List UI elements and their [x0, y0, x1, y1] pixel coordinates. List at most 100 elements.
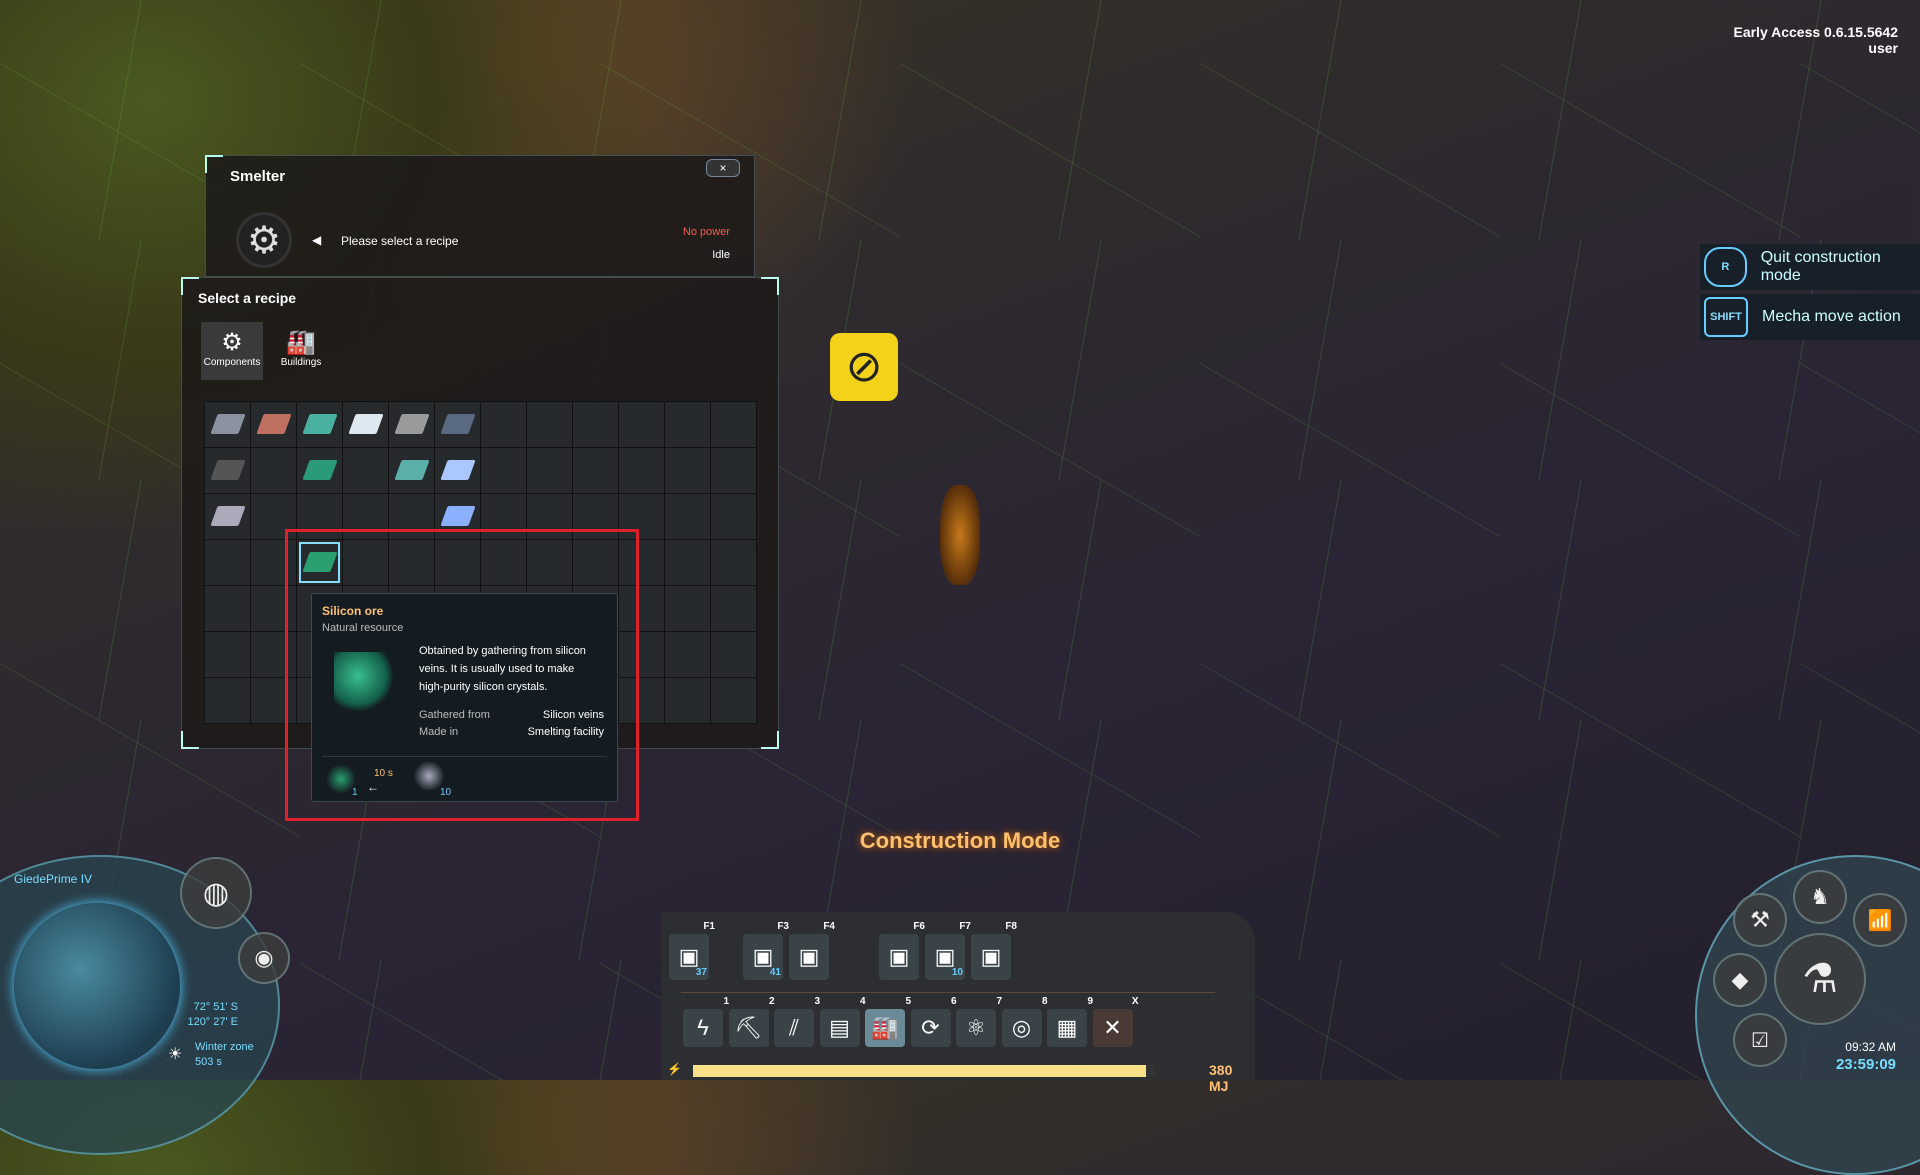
- recipe-slot[interactable]: [389, 402, 434, 447]
- recipe-slot[interactable]: [711, 494, 756, 539]
- key-hints: R Quit construction mode SHIFT Mecha move …: [1700, 240, 1920, 340]
- factory-icon: 🏭: [286, 329, 316, 356]
- tab-buildings[interactable]: 🏭 Buildings: [270, 322, 332, 380]
- hotkey-label: F8: [1005, 921, 1017, 932]
- input-count: 10: [440, 787, 452, 798]
- building-slot-f3[interactable]: ▣ F3 41: [743, 922, 789, 980]
- category-storage[interactable]: ▤ 4: [819, 997, 866, 1047]
- close-button[interactable]: ×: [706, 159, 740, 177]
- recipe-slot[interactable]: [251, 402, 296, 447]
- recipe-slot[interactable]: [343, 448, 388, 493]
- recipe-slot[interactable]: [665, 586, 710, 631]
- recipe-slot[interactable]: [665, 494, 710, 539]
- hotkey-label: 2: [768, 996, 775, 1007]
- longitude: 120° 27' E: [187, 1016, 238, 1028]
- recipe-slot[interactable]: [205, 402, 250, 447]
- recipe-slot[interactable]: [481, 448, 526, 493]
- category-research[interactable]: ⚛ 7: [956, 997, 1002, 1047]
- user-name: user: [1868, 40, 1898, 56]
- hotkey-label: 3: [814, 996, 820, 1007]
- recipe-slot[interactable]: [297, 448, 342, 493]
- recipe-gear-icon[interactable]: ⚙: [236, 212, 292, 268]
- planet-name: GiedePrime IV: [14, 872, 93, 886]
- category-dismantle[interactable]: ✕ X: [1092, 997, 1139, 1047]
- recipe-slot[interactable]: [435, 448, 480, 493]
- hotkey-label: 1: [723, 996, 729, 1007]
- smelter-panel: Smelter × ⚙ ◀ Please select a recipe No …: [205, 155, 755, 277]
- mouse-right-icon: R: [1704, 247, 1747, 287]
- blueprint-button[interactable]: ☑: [1733, 1013, 1787, 1067]
- recipe-slot[interactable]: [665, 678, 710, 723]
- building-slot-f6[interactable]: ▣ F6: [879, 922, 925, 980]
- mecha-button[interactable]: ♞: [1793, 870, 1847, 924]
- recipe-slot[interactable]: [711, 402, 756, 447]
- hint-label: Quit construction mode: [1760, 249, 1881, 284]
- category-mining[interactable]: ⛏ 2: [728, 997, 775, 1047]
- dyson-sphere-button[interactable]: ◍: [180, 857, 252, 929]
- building-slot-f4[interactable]: ▣ F4: [789, 922, 835, 980]
- recipe-slot[interactable]: [389, 448, 434, 493]
- hint-label: Mecha move action: [1762, 308, 1901, 325]
- hotkey-label: F6: [913, 921, 925, 932]
- inventory-button[interactable]: ◆: [1713, 953, 1767, 1007]
- building-icon: ▣: [678, 944, 700, 969]
- category-dyson[interactable]: ◎ 8: [1001, 997, 1048, 1047]
- recipe-slot[interactable]: [251, 448, 296, 493]
- recipe-slot[interactable]: [573, 402, 618, 447]
- category-power[interactable]: ϟ1: [683, 997, 729, 1047]
- category-factory[interactable]: 🏭 5: [865, 997, 911, 1047]
- hotkey-label: X: [1131, 996, 1139, 1007]
- recipe-slot[interactable]: [435, 402, 480, 447]
- recipe-slot[interactable]: [619, 448, 664, 493]
- recipe-slot[interactable]: [711, 678, 756, 723]
- smelter-title: Smelter: [230, 168, 286, 185]
- recipe-slot[interactable]: [665, 632, 710, 677]
- building-icon: ▣: [798, 944, 820, 969]
- category-foundation[interactable]: ▦ 9: [1047, 997, 1093, 1047]
- gathered-from-value: Silicon veins: [542, 709, 604, 721]
- statistics-button[interactable]: 📶: [1853, 893, 1907, 947]
- recipe-slot[interactable]: [665, 448, 710, 493]
- building-icon: ▣: [934, 944, 956, 969]
- previous-recipe-arrow[interactable]: ◀: [312, 233, 321, 247]
- recipe-slot[interactable]: [297, 402, 342, 447]
- stone-brick-icon: [394, 414, 430, 434]
- star-map-button[interactable]: ◉: [238, 932, 290, 984]
- recipe-slot[interactable]: [205, 540, 250, 585]
- recipe-slot[interactable]: [711, 632, 756, 677]
- building-slot-f8[interactable]: ▣ F8: [971, 922, 1017, 980]
- recipe-slot[interactable]: [711, 586, 756, 631]
- recipe-slot[interactable]: [205, 494, 250, 539]
- build-menu-button[interactable]: ⚒: [1733, 893, 1787, 947]
- building-slot-f7[interactable]: ▣ F7 10: [925, 922, 971, 980]
- recipe-slot[interactable]: [711, 448, 756, 493]
- play-time: 23:59:09: [1835, 1056, 1896, 1073]
- research-button[interactable]: ⚗: [1774, 933, 1866, 1025]
- recipe-slot[interactable]: [343, 402, 388, 447]
- recipe-slot[interactable]: [205, 586, 250, 631]
- recipe-slot[interactable]: [205, 632, 250, 677]
- recipe-slot[interactable]: [665, 540, 710, 585]
- recipe-slot[interactable]: [573, 448, 618, 493]
- tooltip-description: Obtained by gathering from silicon veins…: [419, 645, 586, 693]
- recipe-slot[interactable]: [665, 402, 710, 447]
- recipe-slot[interactable]: [711, 540, 756, 585]
- building-slot-f1[interactable]: ▣ F1 37: [669, 922, 715, 980]
- energy-icon: ⚡: [667, 1062, 682, 1076]
- zone-label: Winter zone: [195, 1041, 254, 1053]
- recipe-slot[interactable]: [527, 448, 572, 493]
- category-logistics[interactable]: ⟳ 6: [910, 997, 957, 1047]
- magnet-ring-icon: [210, 460, 246, 480]
- tab-components[interactable]: ⚙ Components: [201, 322, 263, 380]
- recipe-slot[interactable]: [481, 402, 526, 447]
- recipe-slot[interactable]: [205, 678, 250, 723]
- planet-globe[interactable]: [14, 903, 180, 1069]
- recipe-slot[interactable]: [527, 402, 572, 447]
- dyson-icon: ◎: [1011, 1015, 1032, 1040]
- recipe-slot[interactable]: [205, 448, 250, 493]
- hotkey-label: 8: [1041, 996, 1048, 1007]
- sun-icon: ☀: [168, 1046, 183, 1063]
- category-conveyor[interactable]: ⫽ 3: [774, 997, 820, 1047]
- recipe-slot[interactable]: [619, 402, 664, 447]
- output-count: 1: [352, 787, 358, 798]
